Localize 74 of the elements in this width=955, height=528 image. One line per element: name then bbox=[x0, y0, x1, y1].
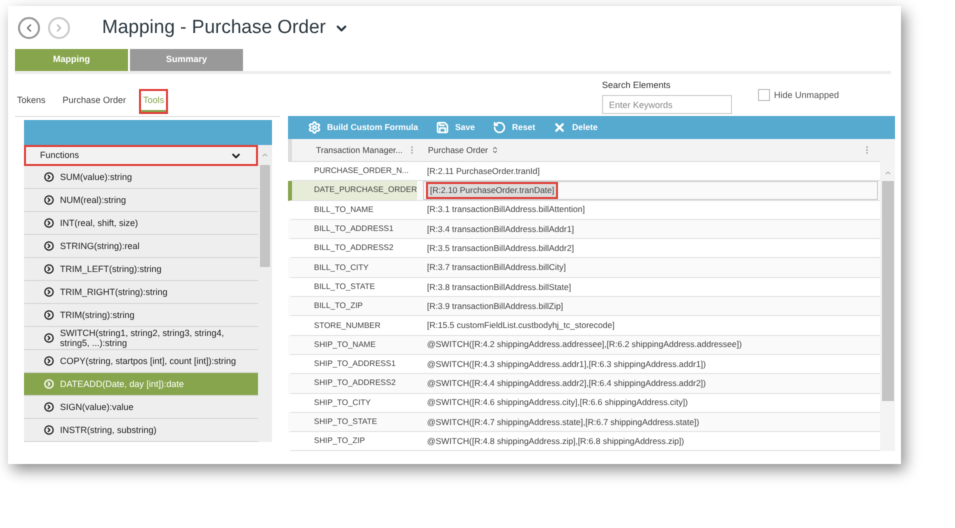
table-cell-text: [R:3.5 transactionBillAddress.billAddr2] bbox=[426, 242, 574, 255]
function-item[interactable]: INT(real, shift, size) bbox=[24, 212, 258, 235]
save-icon bbox=[436, 121, 450, 134]
table-cell-text: [R:3.9 transactionBillAddress.billZip] bbox=[426, 300, 564, 313]
function-item[interactable]: SUM(value):string bbox=[24, 166, 258, 189]
scroll-up-icon[interactable] bbox=[261, 151, 269, 159]
hide-unmapped-checkbox[interactable] bbox=[758, 89, 770, 102]
function-item[interactable]: COPY(string, startpos [int], count [int]):string bbox=[24, 350, 258, 373]
table-cell-text: @SWITCH([R:4.2 shippingAddress.addressee],[R:6.2 shippingAddress.addressee]) bbox=[426, 338, 742, 352]
function-item[interactable]: SIGN(value):value bbox=[24, 396, 258, 419]
table-cell-text: SHIP_TO_ZIP bbox=[313, 435, 366, 448]
functions-dropdown[interactable]: Functions bbox=[24, 145, 258, 166]
table-row[interactable]: BILL_TO_NAME [R:3.1 transactionBillAddress.billAttention] bbox=[288, 200, 880, 220]
function-item[interactable]: STRING(string):real bbox=[24, 235, 258, 258]
function-item[interactable]: NUM(real):string bbox=[24, 189, 258, 212]
table-row[interactable]: BILL_TO_CITY [R:3.7 transactionBillAddress.billCity] bbox=[288, 258, 880, 278]
sort-icon[interactable] bbox=[491, 146, 499, 154]
table-cell-text: [R:3.4 transactionBillAddress.billAddr1] bbox=[426, 222, 574, 236]
edit-field[interactable]: [R:2.10 PurchaseOrder.tranDate] bbox=[423, 181, 878, 200]
table-row[interactable]: SHIP_TO_STATE @SWITCH([R:4.7 shippingAddress.state],[R:6.7 shippingAddress.state]) bbox=[288, 412, 880, 432]
table-cell-text: SHIP_TO_ADDRESS2 bbox=[313, 377, 397, 390]
table-cell-text: [R:2.11 PurchaseOrder.tranId] bbox=[426, 164, 540, 178]
table-cell-text: SHIP_TO_CITY bbox=[313, 396, 372, 409]
column-header[interactable]: Purchase Order bbox=[428, 144, 488, 156]
page-title: Mapping - Purchase Order bbox=[102, 16, 326, 40]
table-row[interactable]: BILL_TO_ZIP [R:3.9 transactionBillAddress.billZip] bbox=[288, 297, 880, 316]
table-cell-text: @SWITCH([R:4.7 shippingAddress.state],[R:6.7 shippingAddress.state]) bbox=[426, 416, 700, 428]
table-cell-text: @SWITCH([R:4.6 shippingAddress.city],[R:6.6 shippingAddress.city]) bbox=[426, 396, 688, 410]
column-header[interactable]: Transaction Manager... bbox=[316, 144, 403, 156]
table-cell-text: [R:3.7 transactionBillAddress.billCity] bbox=[426, 261, 566, 274]
table-cell-text: BILL_TO_NAME bbox=[313, 204, 374, 216]
hide-unmapped-label: Hide Unmapped bbox=[774, 88, 839, 102]
highlighted-text: [R:2.10 PurchaseOrder.tranDate] bbox=[428, 184, 556, 197]
forward-button[interactable] bbox=[48, 17, 70, 39]
table-cell-text: @SWITCH([R:4.8 shippingAddress.zip],[R:6.8 shippingAddress.zip]) bbox=[426, 434, 684, 448]
table-cell-text: BILL_TO_ZIP bbox=[313, 300, 364, 312]
scrollbar[interactable] bbox=[258, 145, 272, 442]
table-cell: DATE_PURCHASE_ORDER bbox=[292, 181, 417, 200]
close-icon bbox=[553, 121, 566, 134]
reset-icon bbox=[493, 121, 506, 134]
table-cell-text: @SWITCH([R:4.3 shippingAddress.addr1],[R:6.3 shippingAddress.addr1]) bbox=[426, 358, 706, 370]
table-row[interactable]: SHIP_TO_CITY @SWITCH([R:4.6 shippingAddress.city],[R:6.6 shippingAddress.city]) bbox=[288, 394, 880, 413]
search-field[interactable]: Enter Keywords bbox=[602, 95, 732, 114]
function-item[interactable]: SWITCH(string1, string2, string3, string4, string5, ...):string bbox=[24, 327, 258, 350]
table-cell-text: @SWITCH([R:4.4 shippingAddress.addr2],[R:6.4 shippingAddress.addr2]) bbox=[426, 377, 706, 390]
function-item[interactable]: TRIM_LEFT(string):string bbox=[24, 258, 258, 281]
table-cell-text: SHIP_TO_ADDRESS1 bbox=[313, 358, 397, 370]
function-item[interactable]: TRIM(string):string bbox=[24, 304, 258, 327]
table-cell-text: SHIP_TO_STATE bbox=[313, 416, 378, 428]
search-label: Search Elements bbox=[602, 78, 672, 92]
table-cell-text: [R:3.8 transactionBillAddress.billState] bbox=[426, 280, 572, 294]
sub-tab[interactable]: Tokens bbox=[15, 90, 48, 112]
function-item[interactable]: TRIM_RIGHT(string):string bbox=[24, 281, 258, 304]
scrollbar-thumb[interactable] bbox=[882, 181, 894, 401]
table-row[interactable]: SHIP_TO_ADDRESS2 @SWITCH([R:4.4 shippingAddress.addr2],[R:6.4 shippingAddress.addr2]) bbox=[288, 374, 880, 394]
back-button[interactable] bbox=[18, 17, 40, 39]
table-row[interactable]: SHIP_TO_NAME @SWITCH([R:4.2 shippingAddress.addressee],[R:6.2 shippingAddress.addressee]) bbox=[288, 336, 880, 355]
table-cell-text: PURCHASE_ORDER_N... bbox=[313, 165, 410, 178]
table-cell-text: BILL_TO_ADDRESS2 bbox=[313, 242, 394, 254]
scrollbar-thumb[interactable] bbox=[260, 165, 270, 267]
table-cell-text: BILL_TO_ADDRESS1 bbox=[313, 223, 394, 236]
scroll-up-icon[interactable] bbox=[884, 169, 892, 177]
table-cell-text: SHIP_TO_NAME bbox=[313, 338, 377, 351]
table-cell-text: [R:15.5 customFieldList.custbodyhj_tc_storecode] bbox=[426, 319, 615, 332]
table-cell-text: BILL_TO_STATE bbox=[313, 280, 376, 293]
scrollbar[interactable] bbox=[880, 139, 895, 452]
table-row[interactable]: DATE_PURCHASE_ORDER [R:2.10 PurchaseOrder.tranDate] bbox=[288, 181, 880, 201]
table-cell-text: STORE_NUMBER bbox=[313, 320, 382, 332]
function-item[interactable]: INSTR(string, substring) bbox=[24, 419, 258, 442]
table-cell-text: BILL_TO_CITY bbox=[313, 262, 370, 274]
table-cell-text: [R:3.1 transactionBillAddress.billAttention] bbox=[426, 203, 585, 216]
sub-tab[interactable]: Purchase Order bbox=[60, 90, 128, 112]
gear-icon bbox=[308, 121, 321, 134]
table-row[interactable]: BILL_TO_ADDRESS1 [R:3.4 transactionBillAddress.billAddr1] bbox=[288, 220, 880, 240]
